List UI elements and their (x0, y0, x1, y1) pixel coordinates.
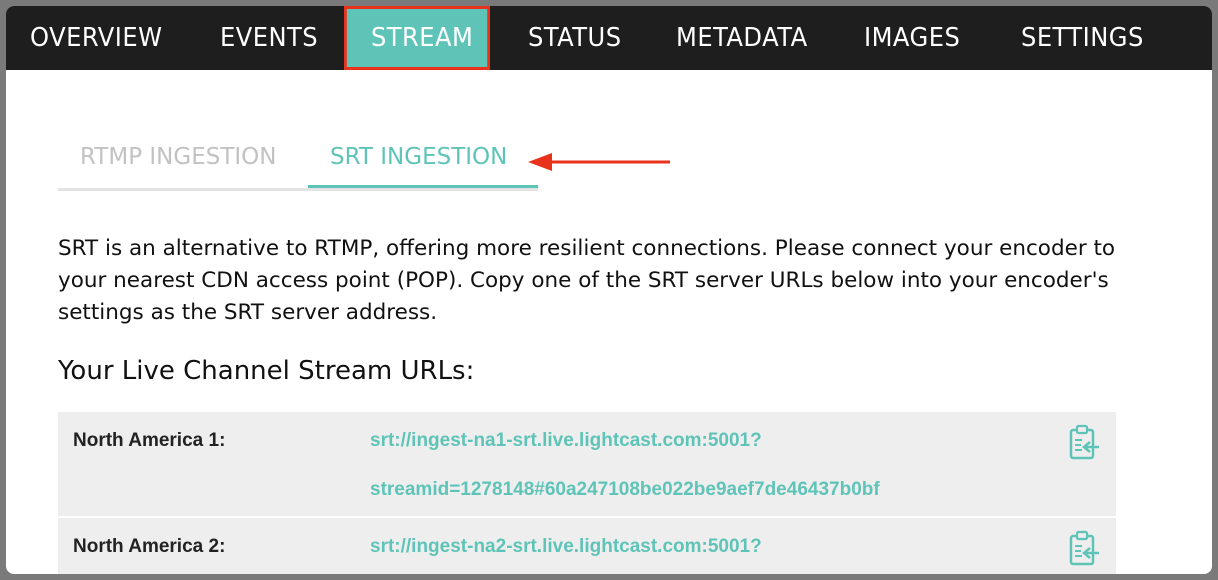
app-window: OVERVIEW EVENTS STREAM STATUS METADATA I… (6, 6, 1212, 574)
tab-events[interactable]: EVENTS (220, 6, 318, 70)
stream-url[interactable]: srt://ingest-na1-srt.live.lightcast.com:… (370, 416, 1010, 514)
copy-to-clipboard-icon[interactable] (1068, 424, 1102, 462)
subtab-srt-ingestion[interactable]: SRT INGESTION (330, 144, 507, 170)
copy-to-clipboard-icon[interactable] (1068, 530, 1102, 568)
region-label: North America 2: (73, 536, 226, 557)
tab-settings[interactable]: SETTINGS (1021, 6, 1144, 70)
stream-url-row: North America 1: srt://ingest-na1-srt.li… (58, 412, 1116, 516)
subtab-rtmp-ingestion[interactable]: RTMP INGESTION (80, 144, 276, 170)
stream-url[interactable]: srt://ingest-na2-srt.live.lightcast.com:… (370, 522, 1010, 571)
tab-stream[interactable]: STREAM (344, 6, 491, 70)
srt-description: SRT is an alternative to RTMP, offering … (58, 236, 1116, 325)
tab-status[interactable]: STATUS (528, 6, 622, 70)
tab-images[interactable]: IMAGES (864, 6, 960, 70)
stream-url-row: North America 2: srt://ingest-na2-srt.li… (58, 518, 1116, 574)
stream-url-line: srt://ingest-na2-srt.live.lightcast.com:… (370, 536, 762, 557)
tab-overview[interactable]: OVERVIEW (30, 6, 162, 70)
stream-url-line: streamid=1278148#60a247108be022be9aef7de… (370, 479, 880, 500)
ingestion-subtabs: RTMP INGESTION SRT INGESTION (58, 138, 538, 191)
active-subtab-underline (308, 185, 538, 188)
region-label: North America 1: (73, 430, 226, 451)
red-arrow-annotation (528, 153, 670, 171)
stream-url-line: srt://ingest-na1-srt.live.lightcast.com:… (370, 430, 762, 451)
top-navigation-bar: OVERVIEW EVENTS STREAM STATUS METADATA I… (6, 6, 1212, 70)
stream-urls-heading: Your Live Channel Stream URLs: (58, 356, 475, 386)
tab-metadata[interactable]: METADATA (676, 6, 808, 70)
